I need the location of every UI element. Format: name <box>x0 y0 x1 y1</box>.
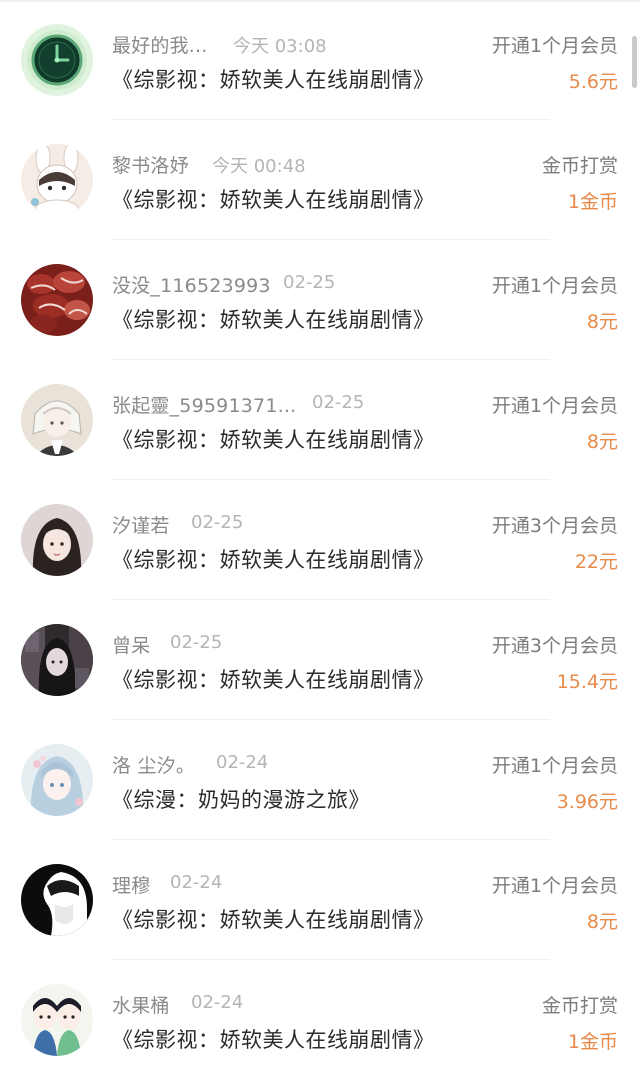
record-time: 02-25 <box>170 632 223 653</box>
record-type: 开通1个月会员 <box>491 395 618 417</box>
record-type: 开通1个月会员 <box>491 35 618 57</box>
record-amount: 1金币 <box>567 191 618 213</box>
record-type: 开通1个月会员 <box>491 275 618 297</box>
list-item[interactable]: 黎书洛妤 今天 00:48 《综影视：娇软美人在线崩剧情》 金币打赏 1金币 <box>0 120 640 240</box>
support-record-list: 最好的我... 今天 03:08 《综影视：娇软美人在线崩剧情》 开通1个月会员… <box>0 0 640 1072</box>
user-name[interactable]: 水果桶 <box>112 991 170 1018</box>
list-item[interactable]: 曾呆 02-25 《综影视：娇软美人在线崩剧情》 开通3个月会员 15.4元 <box>0 600 640 720</box>
list-item[interactable]: 理穆 02-24 《综影视：娇软美人在线崩剧情》 开通1个月会员 8元 <box>0 840 640 960</box>
book-title[interactable]: 《综影视：娇软美人在线崩剧情》 <box>112 664 435 694</box>
user-name[interactable]: 洛 尘汐。 <box>112 751 195 778</box>
girl-portrait-avatar-icon[interactable] <box>21 504 93 576</box>
anime-boy-avatar-icon[interactable] <box>21 384 93 456</box>
record-time: 02-24 <box>191 992 244 1013</box>
book-title[interactable]: 《综影视：娇软美人在线崩剧情》 <box>112 544 435 574</box>
user-name[interactable]: 张起靈_59591371... <box>112 391 296 418</box>
meat-photo-avatar-icon[interactable] <box>21 264 93 336</box>
record-amount: 15.4元 <box>556 671 618 693</box>
chibi-couple-avatar-icon[interactable] <box>21 984 93 1056</box>
book-title[interactable]: 《综漫：奶妈的漫游之旅》 <box>112 784 370 814</box>
clock-avatar-icon[interactable] <box>21 24 93 96</box>
record-type: 金币打赏 <box>541 155 618 177</box>
record-amount: 5.6元 <box>568 71 618 93</box>
record-time: 今天 00:48 <box>212 156 306 177</box>
record-amount: 8元 <box>586 431 618 453</box>
user-name[interactable]: 汐谨若 <box>112 511 170 538</box>
record-time: 02-25 <box>312 392 365 413</box>
record-time: 02-24 <box>170 872 223 893</box>
list-item[interactable]: 张起靈_59591371... 02-25 《综影视：娇软美人在线崩剧情》 开通… <box>0 360 640 480</box>
user-name[interactable]: 没没_116523993 <box>112 271 271 298</box>
record-amount: 22元 <box>574 551 618 573</box>
user-name[interactable]: 黎书洛妤 <box>112 151 189 178</box>
user-name[interactable]: 最好的我... <box>112 31 208 58</box>
silhouette-avatar-icon[interactable] <box>21 864 93 936</box>
book-title[interactable]: 《综影视：娇软美人在线崩剧情》 <box>112 1024 435 1054</box>
book-title[interactable]: 《综影视：娇软美人在线崩剧情》 <box>112 904 435 934</box>
list-item[interactable]: 水果桶 02-24 《综影视：娇软美人在线崩剧情》 金币打赏 1金币 <box>0 960 640 1080</box>
bunny-girl-avatar-icon[interactable] <box>21 144 93 216</box>
user-name[interactable]: 理穆 <box>112 871 150 898</box>
record-type: 金币打赏 <box>541 995 618 1017</box>
list-item[interactable]: 没没_116523993 02-25 《综影视：娇软美人在线崩剧情》 开通1个月… <box>0 240 640 360</box>
anime-girl-avatar-icon[interactable] <box>21 744 93 816</box>
record-time: 02-25 <box>191 512 244 533</box>
book-title[interactable]: 《综影视：娇软美人在线崩剧情》 <box>112 304 435 334</box>
book-title[interactable]: 《综影视：娇软美人在线崩剧情》 <box>112 424 435 454</box>
record-type: 开通1个月会员 <box>491 875 618 897</box>
record-time: 02-24 <box>216 752 269 773</box>
book-title[interactable]: 《综影视：娇软美人在线崩剧情》 <box>112 64 435 94</box>
record-type: 开通3个月会员 <box>491 635 618 657</box>
record-time: 02-25 <box>283 272 336 293</box>
list-item[interactable]: 最好的我... 今天 03:08 《综影视：娇软美人在线崩剧情》 开通1个月会员… <box>0 0 640 120</box>
list-item[interactable]: 洛 尘汐。 02-24 《综漫：奶妈的漫游之旅》 开通1个月会员 3.96元 <box>0 720 640 840</box>
user-name[interactable]: 曾呆 <box>112 631 150 658</box>
list-item[interactable]: 汐谨若 02-25 《综影视：娇软美人在线崩剧情》 开通3个月会员 22元 <box>0 480 640 600</box>
book-title[interactable]: 《综影视：娇软美人在线崩剧情》 <box>112 184 435 214</box>
record-amount: 8元 <box>586 911 618 933</box>
record-amount: 8元 <box>586 311 618 333</box>
record-amount: 3.96元 <box>556 791 618 813</box>
record-time: 今天 03:08 <box>233 36 327 57</box>
scrollbar[interactable] <box>632 36 637 88</box>
dark-girl-avatar-icon[interactable] <box>21 624 93 696</box>
record-amount: 1金币 <box>567 1031 618 1053</box>
record-type: 开通1个月会员 <box>491 755 618 777</box>
record-type: 开通3个月会员 <box>491 515 618 537</box>
